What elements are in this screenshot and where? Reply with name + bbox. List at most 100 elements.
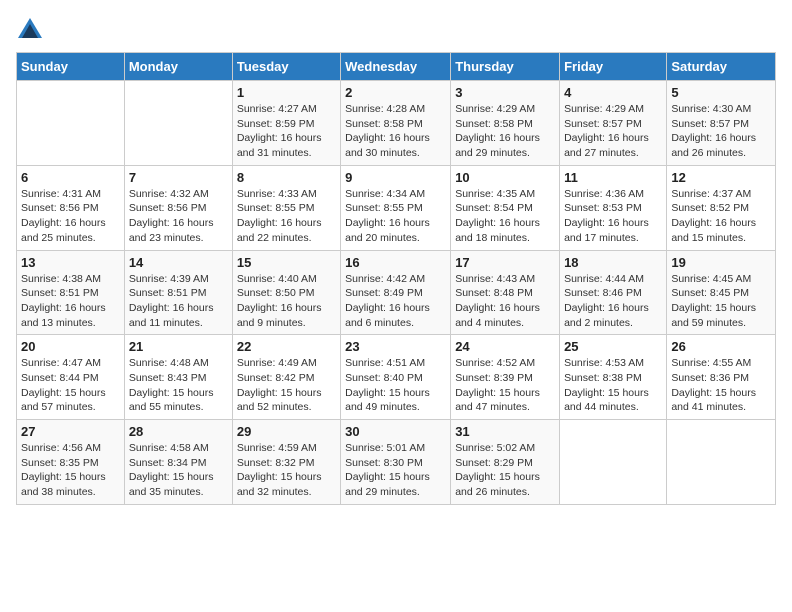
- calendar-cell: [124, 81, 232, 166]
- day-number: 9: [345, 170, 446, 185]
- day-info: Sunrise: 4:29 AM Sunset: 8:57 PM Dayligh…: [564, 102, 662, 161]
- day-number: 25: [564, 339, 662, 354]
- page-header: [16, 16, 776, 44]
- calendar-cell: 12 Sunrise: 4:37 AM Sunset: 8:52 PM Dayli…: [667, 165, 776, 250]
- day-number: 23: [345, 339, 446, 354]
- day-info: Sunrise: 4:33 AM Sunset: 8:55 PM Dayligh…: [237, 187, 336, 246]
- day-number: 4: [564, 85, 662, 100]
- calendar-cell: 29Sunrise: 4:59 AM Sunset: 8:32 PM Dayli…: [232, 420, 340, 505]
- day-info: Sunrise: 4:48 AM Sunset: 8:43 PM Dayligh…: [129, 356, 228, 415]
- day-of-week-header: Thursday: [451, 53, 560, 81]
- day-info: Sunrise: 4:58 AM Sunset: 8:34 PM Dayligh…: [129, 441, 228, 500]
- calendar-cell: 14 Sunrise: 4:39 AM Sunset: 8:51 PM Dayli…: [124, 250, 232, 335]
- day-info: Sunrise: 4:34 AM Sunset: 8:55 PM Dayligh…: [345, 187, 446, 246]
- calendar-week-row: 6 Sunrise: 4:31 AM Sunset: 8:56 PM Daylig…: [17, 165, 776, 250]
- calendar-cell: 31Sunrise: 5:02 AM Sunset: 8:29 PM Dayli…: [451, 420, 560, 505]
- calendar-header-row: SundayMondayTuesdayWednesdayThursdayFrid…: [17, 53, 776, 81]
- day-number: 11: [564, 170, 662, 185]
- day-number: 6: [21, 170, 120, 185]
- calendar-cell: 19 Sunrise: 4:45 AM Sunset: 8:45 PM Dayli…: [667, 250, 776, 335]
- day-number: 14: [129, 255, 228, 270]
- day-info: Sunrise: 4:55 AM Sunset: 8:36 PM Dayligh…: [671, 356, 771, 415]
- calendar-cell: 21 Sunrise: 4:48 AM Sunset: 8:43 PM Dayli…: [124, 335, 232, 420]
- day-number: 12: [671, 170, 771, 185]
- day-info: Sunrise: 4:49 AM Sunset: 8:42 PM Dayligh…: [237, 356, 336, 415]
- day-number: 5: [671, 85, 771, 100]
- day-info: Sunrise: 4:47 AM Sunset: 8:44 PM Dayligh…: [21, 356, 120, 415]
- day-number: 8: [237, 170, 336, 185]
- calendar-cell: [667, 420, 776, 505]
- day-info: Sunrise: 4:31 AM Sunset: 8:56 PM Dayligh…: [21, 187, 120, 246]
- calendar-cell: 13 Sunrise: 4:38 AM Sunset: 8:51 PM Dayli…: [17, 250, 125, 335]
- logo-icon: [16, 16, 44, 44]
- calendar-cell: 24 Sunrise: 4:52 AM Sunset: 8:39 PM Dayli…: [451, 335, 560, 420]
- day-number: 19: [671, 255, 771, 270]
- day-number: 22: [237, 339, 336, 354]
- calendar-cell: 1Sunrise: 4:27 AM Sunset: 8:59 PM Daylig…: [232, 81, 340, 166]
- day-number: 24: [455, 339, 555, 354]
- calendar-cell: 9 Sunrise: 4:34 AM Sunset: 8:55 PM Daylig…: [341, 165, 451, 250]
- day-of-week-header: Monday: [124, 53, 232, 81]
- calendar-cell: 8 Sunrise: 4:33 AM Sunset: 8:55 PM Daylig…: [232, 165, 340, 250]
- calendar-cell: 26 Sunrise: 4:55 AM Sunset: 8:36 PM Dayli…: [667, 335, 776, 420]
- day-number: 26: [671, 339, 771, 354]
- day-info: Sunrise: 4:45 AM Sunset: 8:45 PM Dayligh…: [671, 272, 771, 331]
- calendar-cell: [17, 81, 125, 166]
- day-number: 27: [21, 424, 120, 439]
- day-of-week-header: Tuesday: [232, 53, 340, 81]
- calendar-cell: 4 Sunrise: 4:29 AM Sunset: 8:57 PM Daylig…: [560, 81, 667, 166]
- day-of-week-header: Saturday: [667, 53, 776, 81]
- day-number: 28: [129, 424, 228, 439]
- day-info: Sunrise: 4:38 AM Sunset: 8:51 PM Dayligh…: [21, 272, 120, 331]
- day-number: 7: [129, 170, 228, 185]
- calendar-week-row: 27Sunrise: 4:56 AM Sunset: 8:35 PM Dayli…: [17, 420, 776, 505]
- day-number: 21: [129, 339, 228, 354]
- day-info: Sunrise: 4:39 AM Sunset: 8:51 PM Dayligh…: [129, 272, 228, 331]
- calendar-table: SundayMondayTuesdayWednesdayThursdayFrid…: [16, 52, 776, 505]
- day-number: 17: [455, 255, 555, 270]
- day-info: Sunrise: 4:59 AM Sunset: 8:32 PM Dayligh…: [237, 441, 336, 500]
- calendar-cell: [560, 420, 667, 505]
- day-number: 13: [21, 255, 120, 270]
- day-info: Sunrise: 5:01 AM Sunset: 8:30 PM Dayligh…: [345, 441, 446, 500]
- day-info: Sunrise: 4:44 AM Sunset: 8:46 PM Dayligh…: [564, 272, 662, 331]
- logo: [16, 16, 48, 44]
- calendar-cell: 6 Sunrise: 4:31 AM Sunset: 8:56 PM Daylig…: [17, 165, 125, 250]
- day-info: Sunrise: 4:30 AM Sunset: 8:57 PM Dayligh…: [671, 102, 771, 161]
- calendar-cell: 30Sunrise: 5:01 AM Sunset: 8:30 PM Dayli…: [341, 420, 451, 505]
- day-number: 18: [564, 255, 662, 270]
- day-number: 31: [455, 424, 555, 439]
- day-info: Sunrise: 4:40 AM Sunset: 8:50 PM Dayligh…: [237, 272, 336, 331]
- day-number: 20: [21, 339, 120, 354]
- day-info: Sunrise: 4:53 AM Sunset: 8:38 PM Dayligh…: [564, 356, 662, 415]
- day-number: 10: [455, 170, 555, 185]
- day-of-week-header: Friday: [560, 53, 667, 81]
- calendar-cell: 22 Sunrise: 4:49 AM Sunset: 8:42 PM Dayli…: [232, 335, 340, 420]
- calendar-cell: 3Sunrise: 4:29 AM Sunset: 8:58 PM Daylig…: [451, 81, 560, 166]
- day-number: 16: [345, 255, 446, 270]
- day-of-week-header: Wednesday: [341, 53, 451, 81]
- calendar-cell: 17 Sunrise: 4:43 AM Sunset: 8:48 PM Dayli…: [451, 250, 560, 335]
- calendar-cell: 20 Sunrise: 4:47 AM Sunset: 8:44 PM Dayli…: [17, 335, 125, 420]
- day-info: Sunrise: 4:35 AM Sunset: 8:54 PM Dayligh…: [455, 187, 555, 246]
- calendar-cell: 11 Sunrise: 4:36 AM Sunset: 8:53 PM Dayli…: [560, 165, 667, 250]
- day-info: Sunrise: 4:43 AM Sunset: 8:48 PM Dayligh…: [455, 272, 555, 331]
- day-info: Sunrise: 4:52 AM Sunset: 8:39 PM Dayligh…: [455, 356, 555, 415]
- day-number: 15: [237, 255, 336, 270]
- day-info: Sunrise: 4:51 AM Sunset: 8:40 PM Dayligh…: [345, 356, 446, 415]
- day-of-week-header: Sunday: [17, 53, 125, 81]
- calendar-cell: 23 Sunrise: 4:51 AM Sunset: 8:40 PM Dayli…: [341, 335, 451, 420]
- calendar-cell: 18 Sunrise: 4:44 AM Sunset: 8:46 PM Dayli…: [560, 250, 667, 335]
- day-info: Sunrise: 4:27 AM Sunset: 8:59 PM Dayligh…: [237, 102, 336, 161]
- day-info: Sunrise: 4:42 AM Sunset: 8:49 PM Dayligh…: [345, 272, 446, 331]
- day-info: Sunrise: 4:37 AM Sunset: 8:52 PM Dayligh…: [671, 187, 771, 246]
- calendar-cell: 7 Sunrise: 4:32 AM Sunset: 8:56 PM Daylig…: [124, 165, 232, 250]
- calendar-cell: 15 Sunrise: 4:40 AM Sunset: 8:50 PM Dayli…: [232, 250, 340, 335]
- calendar-cell: 2Sunrise: 4:28 AM Sunset: 8:58 PM Daylig…: [341, 81, 451, 166]
- calendar-cell: 25 Sunrise: 4:53 AM Sunset: 8:38 PM Dayli…: [560, 335, 667, 420]
- calendar-cell: 5 Sunrise: 4:30 AM Sunset: 8:57 PM Daylig…: [667, 81, 776, 166]
- calendar-week-row: 20 Sunrise: 4:47 AM Sunset: 8:44 PM Dayli…: [17, 335, 776, 420]
- day-info: Sunrise: 4:36 AM Sunset: 8:53 PM Dayligh…: [564, 187, 662, 246]
- day-info: Sunrise: 4:32 AM Sunset: 8:56 PM Dayligh…: [129, 187, 228, 246]
- calendar-cell: 27Sunrise: 4:56 AM Sunset: 8:35 PM Dayli…: [17, 420, 125, 505]
